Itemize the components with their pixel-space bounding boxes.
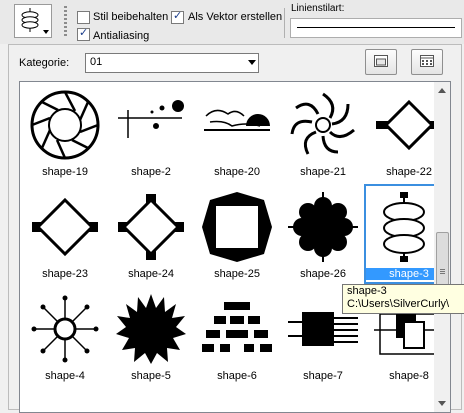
shape-name: shape-20 xyxy=(214,166,260,178)
category-label: Kategorie: xyxy=(19,57,70,69)
shape-item[interactable]: shape-5 xyxy=(108,288,194,388)
shape-26-icon xyxy=(288,192,358,262)
shape-21-icon xyxy=(290,92,355,155)
shape-5-icon xyxy=(116,294,186,364)
shape-item[interactable]: shape-19 xyxy=(22,84,108,184)
keep-style-label: Stil beibehalten xyxy=(93,11,169,23)
create-vector-checkbox[interactable] xyxy=(171,9,184,24)
shape-name: shape-2 xyxy=(131,166,171,178)
antialiasing-label: Antialiasing xyxy=(93,30,150,42)
shape-24-icon xyxy=(118,194,184,260)
shape-tooltip: shape-3 C:\Users\SilverCurly\ xyxy=(342,284,464,314)
tooltip-title: shape-3 xyxy=(347,285,387,297)
shape-2-icon xyxy=(118,100,184,138)
shape-name: shape-25 xyxy=(214,268,260,280)
shape-6-icon xyxy=(202,302,272,352)
scroll-down-arrow-icon[interactable] xyxy=(438,401,446,406)
shape-name: shape-7 xyxy=(303,370,343,382)
shape-20-icon xyxy=(204,109,270,131)
toolbar-separator xyxy=(284,8,285,38)
shape-25-icon xyxy=(202,192,272,262)
shape-item[interactable]: shape-24 xyxy=(108,186,194,286)
shape-gallery: shape-19 shape-2 shape-20 shape-21 shape… xyxy=(19,81,451,413)
shape-item[interactable]: shape-20 xyxy=(194,84,280,184)
shape-name: shape-19 xyxy=(42,166,88,178)
create-vector-label: Als Vektor erstellen xyxy=(188,11,283,23)
folder-icon xyxy=(374,55,388,67)
gallery-scrollbar[interactable] xyxy=(434,82,450,412)
shape-item[interactable]: shape-2 xyxy=(108,84,194,184)
shape-name: shape-26 xyxy=(300,268,346,280)
shape-item[interactable]: shape-23 xyxy=(22,186,108,286)
shape-name: shape-4 xyxy=(45,370,85,382)
manage-shapes-button[interactable] xyxy=(411,49,443,75)
shape-name: shape-21 xyxy=(300,166,346,178)
line-style-select[interactable] xyxy=(290,18,462,38)
shape-item[interactable]: shape-21 xyxy=(280,84,366,184)
shape-name: shape-6 xyxy=(217,370,257,382)
shape-4-icon xyxy=(31,295,99,363)
shape-name: shape-24 xyxy=(128,268,174,280)
tooltip-path: C:\Users\SilverCurly\ xyxy=(347,298,450,310)
shape-name: shape-23 xyxy=(42,268,88,280)
toolbar-grip[interactable] xyxy=(64,6,67,38)
shape-19-icon xyxy=(30,90,100,160)
tool-options-bar: Stil beibehalten Als Vektor erstellen An… xyxy=(0,0,464,44)
chevron-down-icon xyxy=(248,60,256,65)
shape-23-icon xyxy=(32,197,98,257)
open-folder-button[interactable] xyxy=(365,49,397,75)
shape-name: shape-5 xyxy=(131,370,171,382)
category-select[interactable]: 01 xyxy=(85,53,259,73)
shape-item[interactable]: shape-6 xyxy=(194,288,280,388)
shape-3-preview-icon xyxy=(21,8,39,32)
shape-item[interactable]: shape-25 xyxy=(194,186,280,286)
shape-item[interactable]: shape-4 xyxy=(22,288,108,388)
dropdown-arrow-icon xyxy=(43,30,49,34)
antialiasing-checkbox[interactable] xyxy=(77,26,90,41)
shape-picker-button[interactable] xyxy=(14,4,52,38)
grid-window-icon xyxy=(420,55,434,67)
line-style-label: Linienstilart: xyxy=(291,3,345,14)
shape-dialog: Kategorie: 01 shape-19 shape-2 shape-20 … xyxy=(8,44,462,413)
category-value: 01 xyxy=(90,56,103,68)
shape-item[interactable]: shape-26 xyxy=(280,186,366,286)
scroll-up-arrow-icon[interactable] xyxy=(438,88,446,93)
keep-style-checkbox[interactable] xyxy=(77,11,90,24)
